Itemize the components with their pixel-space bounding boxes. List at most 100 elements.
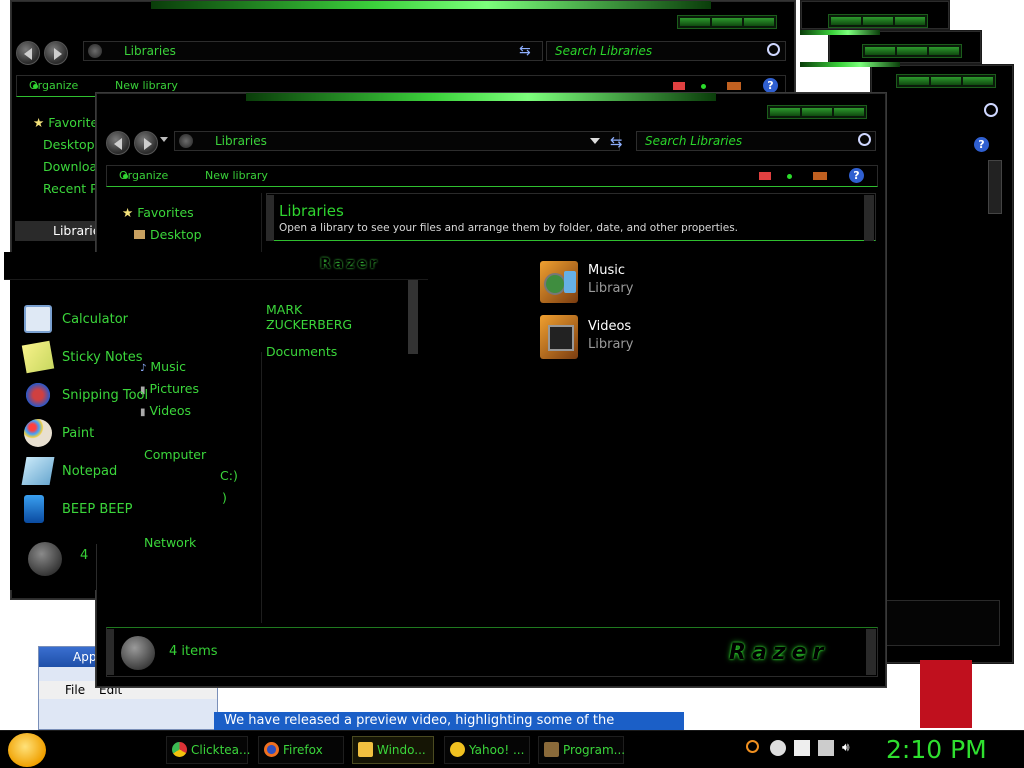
details-right-handle [866, 629, 876, 675]
far-window-2-search-icon[interactable] [984, 103, 998, 117]
notepad-icon [21, 457, 55, 485]
back-window-search-input[interactable]: Search Libraries [546, 41, 786, 61]
far-window-4-controls[interactable] [828, 14, 928, 28]
task-firefox[interactable]: Firefox [258, 736, 344, 764]
back-window-organize-button[interactable]: Organize [29, 76, 78, 96]
nav-desktop[interactable]: Desktop [134, 227, 202, 242]
program-notepad[interactable]: Notepad [21, 456, 117, 486]
messenger-tray-icon[interactable] [770, 740, 786, 756]
search-tray-icon[interactable] [746, 740, 759, 753]
far-window-2-help-icon[interactable]: ? [974, 137, 989, 152]
address-dropdown-icon[interactable] [590, 138, 600, 149]
program-beep-beep[interactable]: BEEP BEEP [24, 494, 133, 524]
far-window-2-scrollbar[interactable] [988, 160, 1002, 214]
start-items-count: 4 [80, 548, 89, 563]
task-program[interactable]: Program... [538, 736, 625, 764]
program-paint[interactable]: Paint [24, 418, 94, 448]
bg-red-logo [920, 660, 972, 728]
far-window-2 [870, 64, 1014, 664]
command-bar: Organize New library ? [106, 165, 878, 187]
start-bottom-strip: 4 [10, 534, 96, 590]
task-chrome[interactable]: Clicktea... [166, 736, 250, 764]
header-left-handle [266, 195, 274, 241]
address-bar[interactable]: Libraries [174, 131, 620, 151]
search-placeholder: Search Libraries [645, 134, 743, 148]
program-snipping-tool[interactable]: Snipping Tool [24, 380, 148, 410]
far-window-3-glow [800, 30, 880, 35]
refresh-icon[interactable]: ⇆ [610, 133, 623, 151]
firefox-icon [264, 742, 279, 757]
beep-icon [24, 495, 44, 523]
drive-label-d: ) [222, 490, 227, 505]
page-title: Libraries [279, 202, 344, 220]
forward-button[interactable] [134, 131, 158, 155]
preview-pane-icon[interactable] [783, 166, 792, 186]
back-window-glow [151, 1, 711, 9]
back-window-forward-button[interactable] [44, 41, 68, 65]
start-button[interactable] [8, 733, 46, 767]
program-icon [544, 742, 559, 757]
back-window-search-icon[interactable] [767, 43, 780, 56]
drive-label-c: C:) [220, 468, 238, 483]
far-window-2-controls[interactable] [896, 74, 996, 88]
music-library-icon [540, 261, 578, 303]
back-window-back-button[interactable] [16, 41, 40, 65]
back-window-libraries-row[interactable]: Libraries [15, 221, 107, 241]
back-window-pane-icon[interactable] [727, 82, 741, 90]
library-item-music[interactable]: Music Library [540, 261, 670, 303]
program-calculator[interactable]: Calculator [24, 304, 128, 334]
far-window-3-controls[interactable] [862, 44, 962, 58]
back-window-refresh-icon[interactable]: ⇆ [519, 43, 531, 59]
action-center-icon[interactable] [794, 740, 810, 756]
library-item-videos[interactable]: Videos Library [540, 315, 670, 359]
task-windows-explorer[interactable]: Windo... [352, 736, 434, 764]
back-window-help-icon[interactable]: ? [763, 78, 778, 93]
help-icon[interactable]: ? [849, 168, 864, 183]
new-library-button[interactable]: New library [205, 166, 268, 186]
view-options-icon[interactable] [759, 172, 771, 180]
page-subtitle: Open a library to see your files and arr… [279, 222, 738, 234]
address-text: Libraries [215, 134, 267, 148]
nav-favorites[interactable]: ★ Favorites [122, 205, 194, 220]
snipping-tool-icon [24, 381, 52, 409]
back-window-view-icon[interactable] [673, 82, 685, 90]
back-window-address-text: Libraries [124, 44, 176, 58]
details-pane-icon[interactable] [813, 172, 827, 180]
globe-icon [88, 44, 102, 58]
back-button[interactable] [106, 131, 130, 155]
far-window-2-statusbar [870, 600, 1000, 646]
history-dropdown-icon[interactable] [160, 137, 168, 146]
chrome-icon [172, 742, 187, 757]
star-icon: ★ [122, 205, 134, 220]
back-window-nav-desktop[interactable]: Desktop [43, 137, 95, 152]
user-name[interactable]: MARK ZUCKERBERG [266, 302, 386, 332]
search-icon[interactable] [858, 133, 871, 146]
start-menu-scrollbar[interactable] [408, 280, 418, 354]
header-right-handle [864, 195, 874, 241]
close-icon[interactable]: ✕ [996, 2, 1012, 14]
network-tray-icon[interactable] [818, 740, 834, 756]
razer-logo: Razer [729, 640, 830, 665]
back-window-nav-favorites[interactable]: ★ Favorites [33, 115, 105, 130]
program-sticky-notes[interactable]: Sticky Notes [21, 340, 143, 374]
folder-icon [358, 742, 373, 757]
documents-link[interactable]: Documents [266, 344, 337, 356]
videos-library-icon [540, 315, 578, 359]
back-window-controls[interactable] [677, 15, 777, 29]
search-input[interactable]: Search Libraries [636, 131, 876, 151]
back-window-search-placeholder: Search Libraries [555, 44, 653, 58]
back-window-address-bar[interactable]: Libraries [83, 41, 543, 61]
far-window-2-glow [800, 62, 900, 67]
task-yahoo[interactable]: Yahoo! ... [444, 736, 530, 764]
taskbar: Clicktea... Firefox Windo... Yahoo! ... … [0, 730, 1024, 768]
yahoo-icon [450, 742, 465, 757]
calculator-icon [24, 305, 52, 333]
volume-icon[interactable]: 🔊︎ [842, 740, 858, 756]
start-avatar-icon [28, 542, 62, 576]
videos-library-type: Library [588, 337, 634, 352]
clock[interactable]: 2:10 PM [886, 735, 987, 764]
globe-icon [179, 134, 193, 148]
organize-button[interactable]: Organize [119, 166, 168, 186]
music-library-name: Music [588, 263, 625, 278]
front-window-controls[interactable] [767, 105, 867, 119]
